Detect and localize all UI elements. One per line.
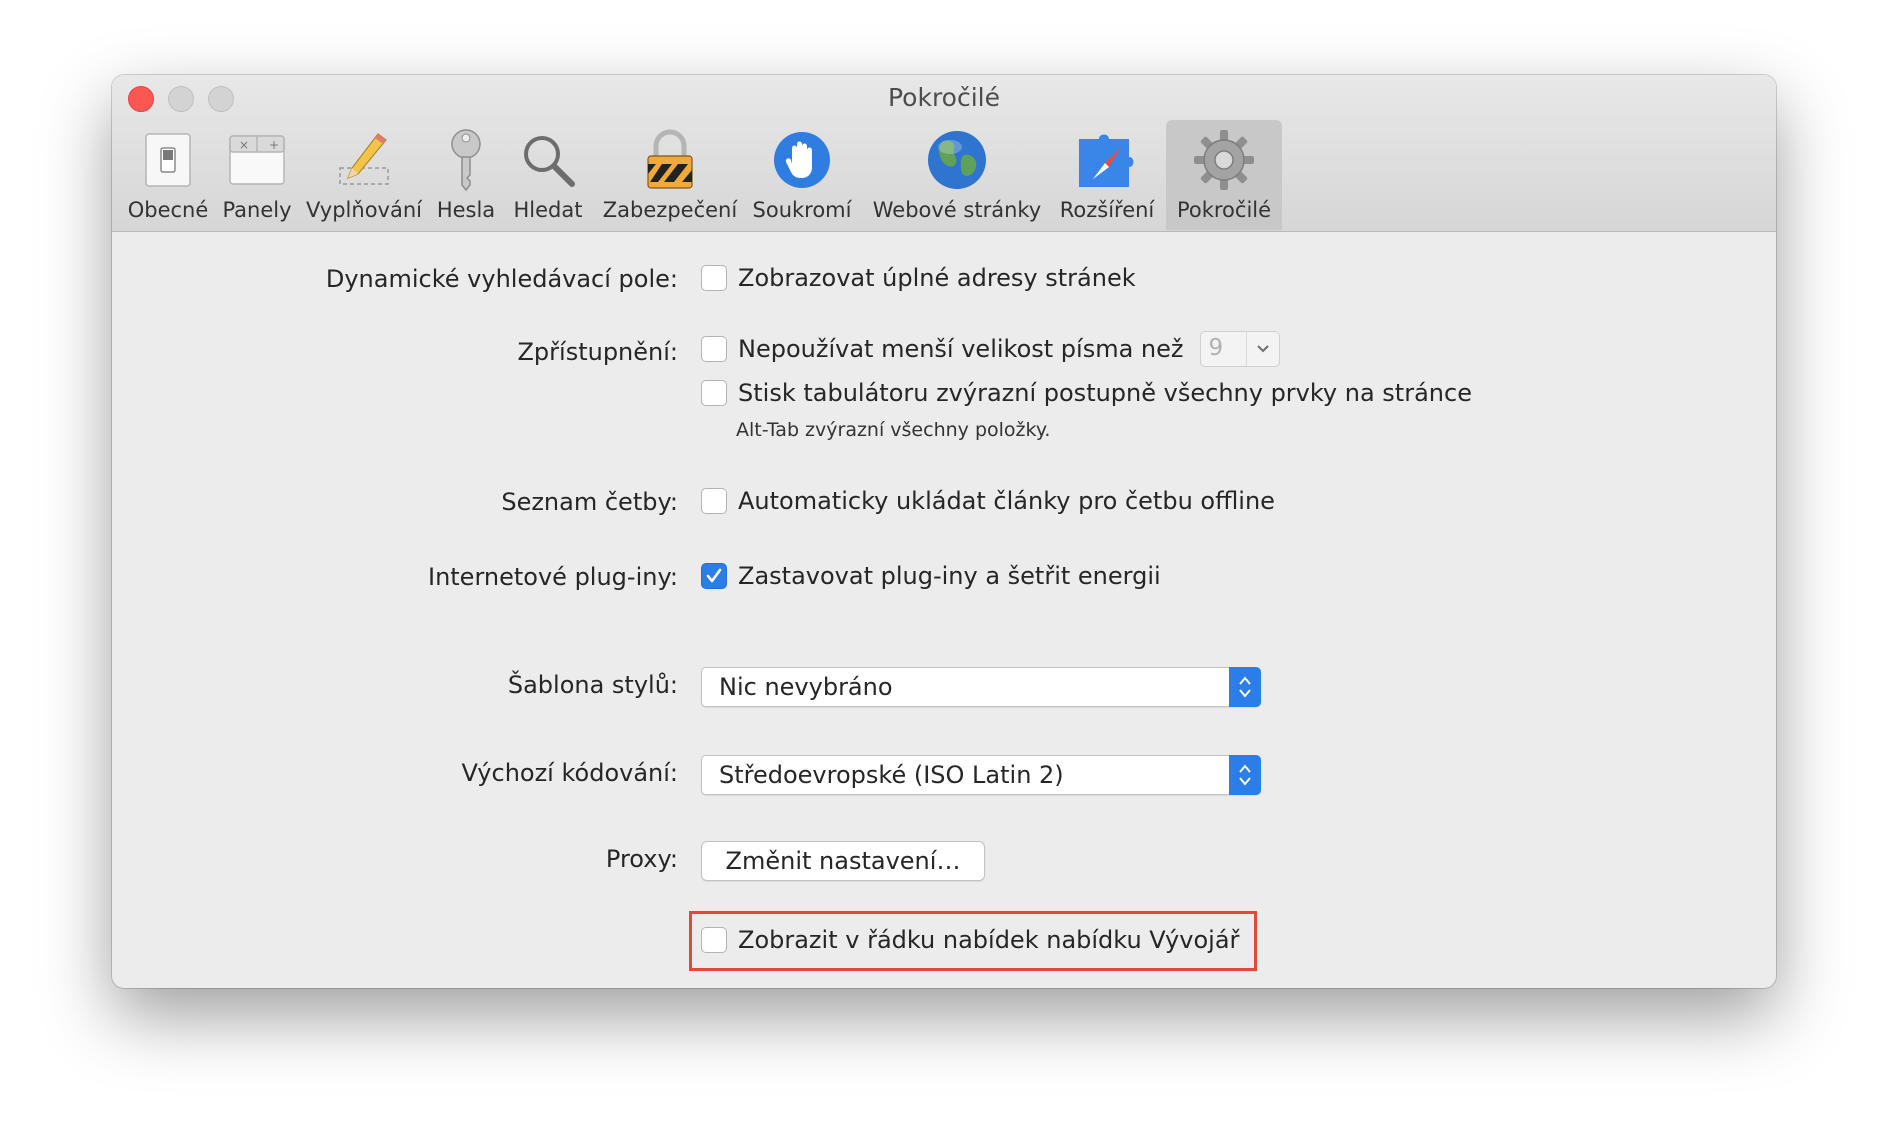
tab-passwords[interactable]: Hesla xyxy=(428,120,504,230)
autofill-pencil-icon xyxy=(332,128,396,192)
full-address-text: Zobrazovat úplné adresy stránek xyxy=(738,264,1136,292)
tab-highlight-text: Stisk tabulátoru zvýrazní postupně všech… xyxy=(738,379,1472,407)
hand-icon xyxy=(770,128,834,192)
updown-arrows-icon xyxy=(1229,667,1261,707)
tab-search[interactable]: Hledat xyxy=(508,120,588,230)
smart-search-label: Dynamické vyhledávací pole: xyxy=(325,265,678,293)
svg-text:×: × xyxy=(239,138,249,152)
develop-menu-checkbox[interactable] xyxy=(701,927,727,953)
key-icon xyxy=(434,128,498,192)
tab-privacy[interactable]: Soukromí xyxy=(747,120,857,230)
develop-menu-row: Zobrazit v řádku nabídek nabídku Vývojář xyxy=(701,926,1239,954)
tabs-icon: × + xyxy=(225,128,289,192)
tab-advanced[interactable]: Pokročilé xyxy=(1166,120,1282,230)
change-proxy-settings-button[interactable]: Změnit nastavení… xyxy=(701,841,985,881)
chevron-down-icon xyxy=(1245,332,1279,366)
globe-icon xyxy=(925,128,989,192)
magnifier-icon xyxy=(516,128,580,192)
tab-security[interactable]: Zabezpečení xyxy=(600,120,740,230)
min-font-size-popup[interactable]: 9 xyxy=(1199,331,1280,367)
general-switch-icon xyxy=(136,128,200,192)
plugins-label: Internetové plug-iny: xyxy=(427,563,678,591)
tab-highlight-checkbox[interactable] xyxy=(701,380,727,406)
accessibility-label: Zpřístupnění: xyxy=(517,338,678,366)
tab-highlight-hint: Alt-Tab zvýrazní všechny položky. xyxy=(736,419,1051,441)
gear-icon xyxy=(1192,128,1256,192)
titlebar: Pokročilé Obecné × + Panely Vyplňování H… xyxy=(112,75,1776,232)
stop-plugins-checkbox[interactable] xyxy=(701,563,727,589)
svg-text:+: + xyxy=(269,138,279,152)
window-title: Pokročilé xyxy=(888,83,1000,112)
min-font-row: Nepoužívat menší velikost písma než 9 xyxy=(701,331,1280,367)
updown-arrows-icon xyxy=(1229,755,1261,795)
preferences-window: Pokročilé Obecné × + Panely Vyplňování H… xyxy=(112,75,1776,988)
save-offline-checkbox[interactable] xyxy=(701,488,727,514)
style-sheet-popup[interactable]: Nic nevybráno xyxy=(701,667,1261,707)
encoding-popup[interactable]: Středoevropské (ISO Latin 2) xyxy=(701,755,1261,795)
checkmark-icon xyxy=(706,568,722,583)
reading-list-label: Seznam četby: xyxy=(501,488,678,516)
min-font-text: Nepoužívat menší velikost písma než xyxy=(738,335,1184,363)
padlock-icon xyxy=(638,128,702,192)
tab-websites[interactable]: Webové stránky xyxy=(868,120,1046,230)
reading-list-row: Automaticky ukládat články pro četbu off… xyxy=(701,487,1275,515)
encoding-value: Středoevropské (ISO Latin 2) xyxy=(719,761,1064,789)
tab-extensions[interactable]: Rozšíření xyxy=(1056,120,1158,230)
style-sheet-label: Šablona stylů: xyxy=(507,671,678,699)
min-font-size-value: 9 xyxy=(1208,335,1224,361)
proxy-label: Proxy: xyxy=(605,845,678,873)
tab-autofill[interactable]: Vyplňování xyxy=(304,120,424,230)
tab-highlight-row: Stisk tabulátoru zvýrazní postupně všech… xyxy=(701,379,1472,407)
plugins-row: Zastavovat plug-iny a šetřit energii xyxy=(701,562,1161,590)
save-offline-text: Automaticky ukládat články pro četbu off… xyxy=(738,487,1275,515)
full-address-row: Zobrazovat úplné adresy stránek xyxy=(701,264,1136,292)
puzzle-compass-icon xyxy=(1075,128,1139,192)
full-address-checkbox[interactable] xyxy=(701,265,727,291)
style-sheet-value: Nic nevybráno xyxy=(719,673,893,701)
develop-menu-text: Zobrazit v řádku nabídek nabídku Vývojář xyxy=(738,926,1240,954)
encoding-label: Výchozí kódování: xyxy=(461,759,678,787)
tab-tabs[interactable]: × + Panely xyxy=(214,120,300,230)
tab-general[interactable]: Obecné xyxy=(124,120,212,230)
stop-plugins-text: Zastavovat plug-iny a šetřit energii xyxy=(738,562,1161,590)
min-font-checkbox[interactable] xyxy=(701,336,727,362)
